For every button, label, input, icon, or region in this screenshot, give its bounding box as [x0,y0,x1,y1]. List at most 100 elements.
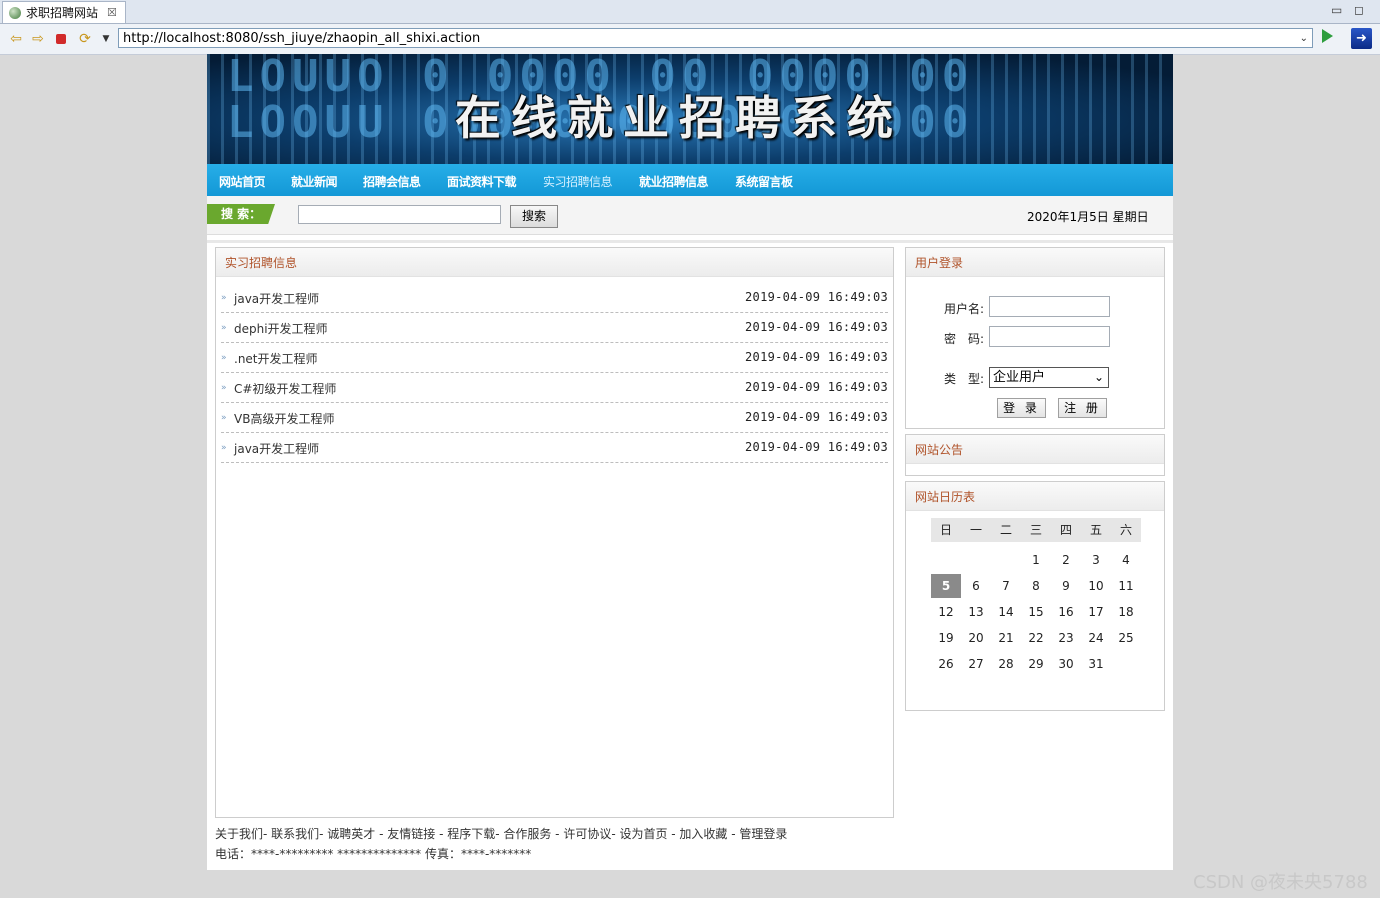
user-type-label: 类 型: [944,372,985,386]
calendar-day[interactable]: 25 [1111,626,1141,650]
refresh-icon[interactable]: ⟳ [76,30,94,48]
job-title-link[interactable]: java开发工程师 [234,290,319,307]
external-browser-icon[interactable]: ➜ [1351,28,1372,49]
bullet-icon: » [221,293,227,303]
site-banner: LOUUO 0 0000 00 0000 00 LOOUU 00000 0000… [207,54,1173,164]
back-icon[interactable]: ⇦ [7,30,25,48]
search-button[interactable]: 搜索 [510,205,558,228]
job-title-link[interactable]: VB高级开发工程师 [234,410,334,427]
username-field[interactable] [989,296,1110,317]
bullet-icon: » [221,383,227,393]
calendar-day[interactable]: 24 [1081,626,1111,650]
calendar-weeks: 1 2 3 4 5 6 7 8 9 10 11 12 13 14 15 16 17 18 19 20 21 22 23 24 2… [931,548,1141,676]
tab-title: 求职招聘网站 [26,6,99,20]
site-title: 在线就业招聘系统 [455,91,903,145]
menu-guestbook[interactable]: 系统留言板 [735,164,793,196]
page-container: LOUUO 0 0000 00 0000 00 LOOUU 00000 0000… [207,54,1173,870]
weekday-label: 三 [1021,518,1051,542]
job-title-link[interactable]: java开发工程师 [234,440,319,457]
calendar-day[interactable]: 16 [1051,600,1081,624]
forward-icon[interactable]: ⇨ [29,30,47,48]
menu-home[interactable]: 网站首页 [219,164,266,196]
job-row[interactable]: » java开发工程师 2019-04-09 16:49:03 [221,433,888,463]
calendar-day[interactable]: 3 [1081,548,1111,572]
job-time: 2019-04-09 16:49:03 [745,410,888,424]
calendar-empty-cell [1111,652,1141,676]
menu-employment[interactable]: 就业招聘信息 [639,164,709,196]
register-button[interactable]: 注 册 [1058,398,1107,418]
footer-links[interactable]: 关于我们- 联系我们- 诚聘英才 - 友情链接 - 程序下载- 合作服务 - 许… [215,824,787,844]
calendar-day[interactable]: 5 [931,574,961,598]
chevron-down-icon[interactable]: ⌄ [1300,29,1308,49]
browser-nav-bar: ⇦ ⇨ ⟳ ▼ http://localhost:8080/ssh_jiuye/… [0,24,1380,55]
calendar-week: 19 20 21 22 23 24 25 [931,626,1141,650]
calendar-day[interactable]: 15 [1021,600,1051,624]
url-text: http://localhost:8080/ssh_jiuye/zhaopin_… [123,31,481,46]
password-field[interactable] [989,326,1110,347]
notice-panel: 网站公告 [905,434,1165,476]
username-label: 用户名: [944,302,985,316]
job-row[interactable]: » dephi开发工程师 2019-04-09 16:49:03 [221,313,888,343]
login-button[interactable]: 登 录 [997,398,1046,418]
calendar-day[interactable]: 7 [991,574,1021,598]
job-title-link[interactable]: C#初级开发工程师 [234,380,336,397]
job-row[interactable]: » java开发工程师 2019-04-09 16:49:03 [221,283,888,313]
menu-job-fair[interactable]: 招聘会信息 [363,164,421,196]
stop-icon[interactable] [52,30,70,48]
menu-news[interactable]: 就业新闻 [291,164,338,196]
calendar-day[interactable]: 8 [1021,574,1051,598]
job-time: 2019-04-09 16:49:03 [745,290,888,304]
calendar-day[interactable]: 13 [961,600,991,624]
dropdown-arrow-icon[interactable]: ▼ [97,30,115,48]
address-bar[interactable]: http://localhost:8080/ssh_jiuye/zhaopin_… [118,28,1313,48]
search-input[interactable] [298,205,501,224]
bullet-icon: » [221,413,227,423]
calendar-grid: 日 一 二 三 四 五 六 1 2 3 4 5 6 7 8 9 10 11 12 13 14 15 16 17 1… [931,518,1141,676]
calendar-day[interactable]: 29 [1021,652,1051,676]
calendar-day[interactable]: 4 [1111,548,1141,572]
maximize-icon[interactable]: ◻ [1354,3,1364,17]
calendar-day[interactable]: 26 [931,652,961,676]
job-title-link[interactable]: .net开发工程师 [234,350,318,367]
browser-tab[interactable]: 求职招聘网站 ☒ [2,1,126,23]
calendar-day[interactable]: 6 [961,574,991,598]
job-row[interactable]: » .net开发工程师 2019-04-09 16:49:03 [221,343,888,373]
calendar-day[interactable]: 14 [991,600,1021,624]
calendar-day[interactable]: 22 [1021,626,1051,650]
menu-internship[interactable]: 实习招聘信息 [543,164,613,196]
search-label: 搜 索： [207,204,275,224]
calendar-day[interactable]: 20 [961,626,991,650]
calendar-day[interactable]: 12 [931,600,961,624]
calendar-day[interactable]: 19 [931,626,961,650]
menu-interview-download[interactable]: 面试资料下载 [447,164,517,196]
calendar-day[interactable]: 28 [991,652,1021,676]
job-title-link[interactable]: dephi开发工程师 [234,320,328,337]
weekday-label: 二 [991,518,1021,542]
close-icon[interactable]: ☒ [107,6,117,19]
calendar-day[interactable]: 10 [1081,574,1111,598]
minimize-icon[interactable]: ▭ [1331,3,1342,17]
calendar-day[interactable]: 18 [1111,600,1141,624]
calendar-day[interactable]: 21 [991,626,1021,650]
calendar-day[interactable]: 11 [1111,574,1141,598]
calendar-day[interactable]: 1 [1021,548,1051,572]
login-panel: 用户登录 用户名: 密 码: 类 型: 企业用户 ⌄ 登 录 注 册 [905,247,1165,429]
job-row[interactable]: » C#初级开发工程师 2019-04-09 16:49:03 [221,373,888,403]
go-icon[interactable] [1322,29,1333,43]
job-time: 2019-04-09 16:49:03 [745,320,888,334]
user-type-select[interactable]: 企业用户 ⌄ [989,367,1109,388]
calendar-empty-cell [931,548,961,572]
calendar-day[interactable]: 17 [1081,600,1111,624]
calendar-day[interactable]: 31 [1081,652,1111,676]
job-row[interactable]: » VB高级开发工程师 2019-04-09 16:49:03 [221,403,888,433]
main-menu: 网站首页 就业新闻 招聘会信息 面试资料下载 实习招聘信息 就业招聘信息 系统留… [207,164,1173,200]
calendar-day[interactable]: 2 [1051,548,1081,572]
calendar-day[interactable]: 27 [961,652,991,676]
calendar-day[interactable]: 30 [1051,652,1081,676]
calendar-day[interactable]: 9 [1051,574,1081,598]
calendar-day[interactable]: 23 [1051,626,1081,650]
globe-icon [9,6,21,19]
weekday-label: 六 [1111,518,1141,542]
site-footer: 关于我们- 联系我们- 诚聘英才 - 友情链接 - 程序下载- 合作服务 - 许… [215,824,787,864]
weekday-label: 四 [1051,518,1081,542]
